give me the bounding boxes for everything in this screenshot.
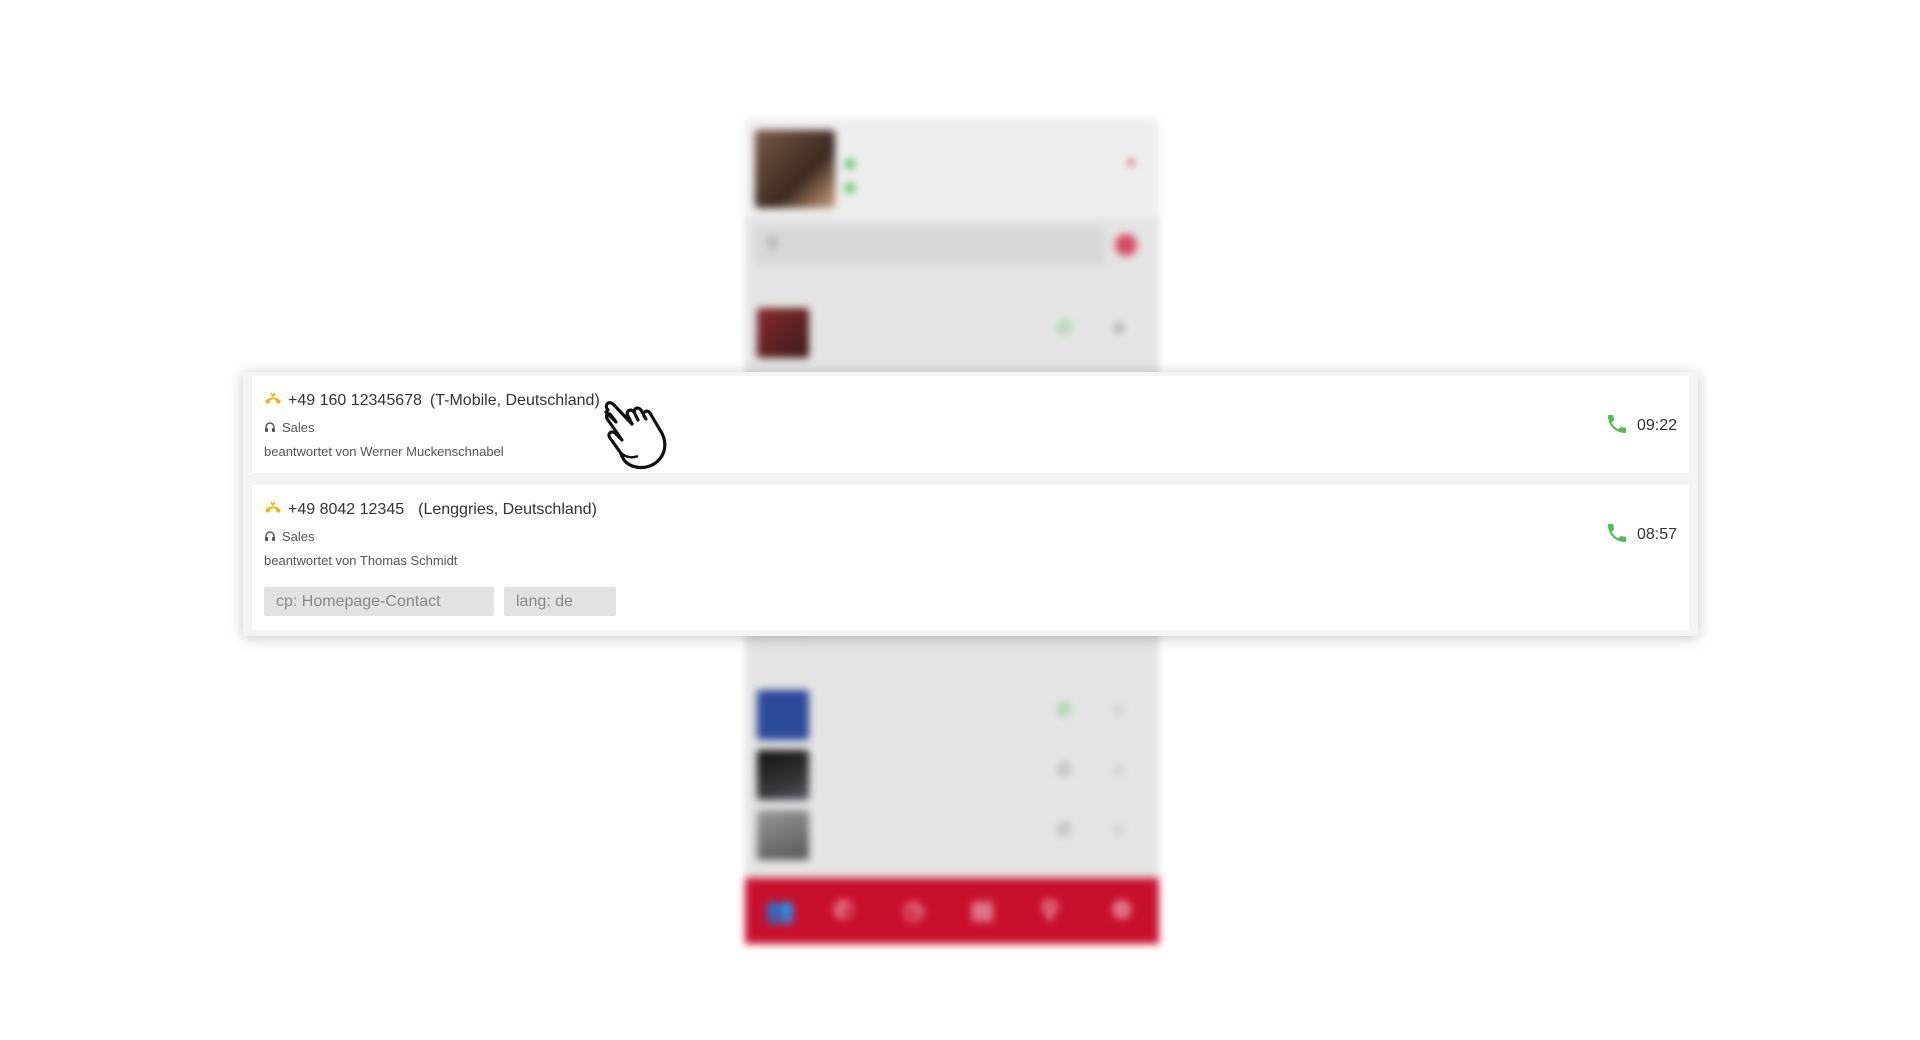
call-caller-line: +49 160 12345678 (T-Mobile, Deutschland) xyxy=(264,392,600,410)
address-book-icon: ▤ xyxy=(971,897,994,924)
background-avatar xyxy=(755,130,835,208)
background-contact-row: ✆ ☆ xyxy=(745,806,1159,862)
call-list-item[interactable]: +49 8042 12345 (Lenggries, Deutschland) S… xyxy=(252,485,1689,630)
background-contact-row: ✆ ☆ xyxy=(745,686,1159,742)
call-time: 08:57 xyxy=(1636,526,1677,543)
incoming-call-icon xyxy=(265,501,281,513)
call-group: Sales xyxy=(282,529,315,544)
chevron-down-icon: ▼ xyxy=(1125,156,1137,170)
background-status-secondary xyxy=(845,182,861,194)
background-bottom-nav: 👥 ✆ ◷ ▤ ⚲ ⚙ xyxy=(745,878,1159,944)
call-tag[interactable]: lang: de xyxy=(504,587,616,616)
call-time-area: 09:22 xyxy=(1605,412,1677,436)
phone-icon[interactable] xyxy=(1605,521,1629,545)
caller-location: (T-Mobile, Deutschland) xyxy=(429,392,600,409)
call-tags: cp: Homepage-Contact lang: de xyxy=(264,587,626,616)
call-list-item[interactable]: +49 160 12345678 (T-Mobile, Deutschland) … xyxy=(252,376,1689,473)
headset-icon xyxy=(265,422,275,432)
caller-number: +49 8042 12345 xyxy=(288,501,405,518)
call-tag[interactable]: cp: Homepage-Contact xyxy=(264,587,494,616)
phone-icon[interactable] xyxy=(1605,412,1629,436)
call-answered-by: beantwortet von Thomas Schmidt xyxy=(264,553,458,568)
background-status xyxy=(845,158,861,170)
history-icon: ◷ xyxy=(903,897,924,924)
call-group: Sales xyxy=(282,420,315,435)
background-contact-row: ✆ ★ xyxy=(745,304,1159,360)
incoming-call-icon xyxy=(265,392,281,404)
call-group-line: Sales xyxy=(264,529,315,544)
caller-location: (Lenggries, Deutschland) xyxy=(418,501,597,518)
call-time-area: 08:57 xyxy=(1605,521,1677,545)
background-contact-row: ✆ ☆ xyxy=(745,746,1159,802)
call-time: 09:22 xyxy=(1636,417,1677,434)
background-status-indicator xyxy=(1115,234,1137,256)
hand-cursor-icon xyxy=(604,401,667,470)
background-profile-header: ▼ xyxy=(745,118,1159,218)
caller-number: +49 160 12345678 xyxy=(288,392,422,409)
call-answered-by: beantwortet von Werner Muckenschnabel xyxy=(264,444,504,459)
phone-icon: ✆ xyxy=(833,897,854,924)
contacts-icon: 👥 xyxy=(765,897,795,924)
call-caller-line: +49 8042 12345 (Lenggries, Deutschland) xyxy=(264,501,597,519)
headset-icon xyxy=(265,531,275,541)
search-icon: ⚲ xyxy=(1041,897,1059,924)
call-list-card: +49 160 12345678 (T-Mobile, Deutschland) … xyxy=(243,372,1698,636)
background-search-field xyxy=(755,226,1105,266)
search-icon: ⚲ xyxy=(767,236,779,253)
call-group-line: Sales xyxy=(264,420,315,435)
gear-icon: ⚙ xyxy=(1111,897,1133,924)
